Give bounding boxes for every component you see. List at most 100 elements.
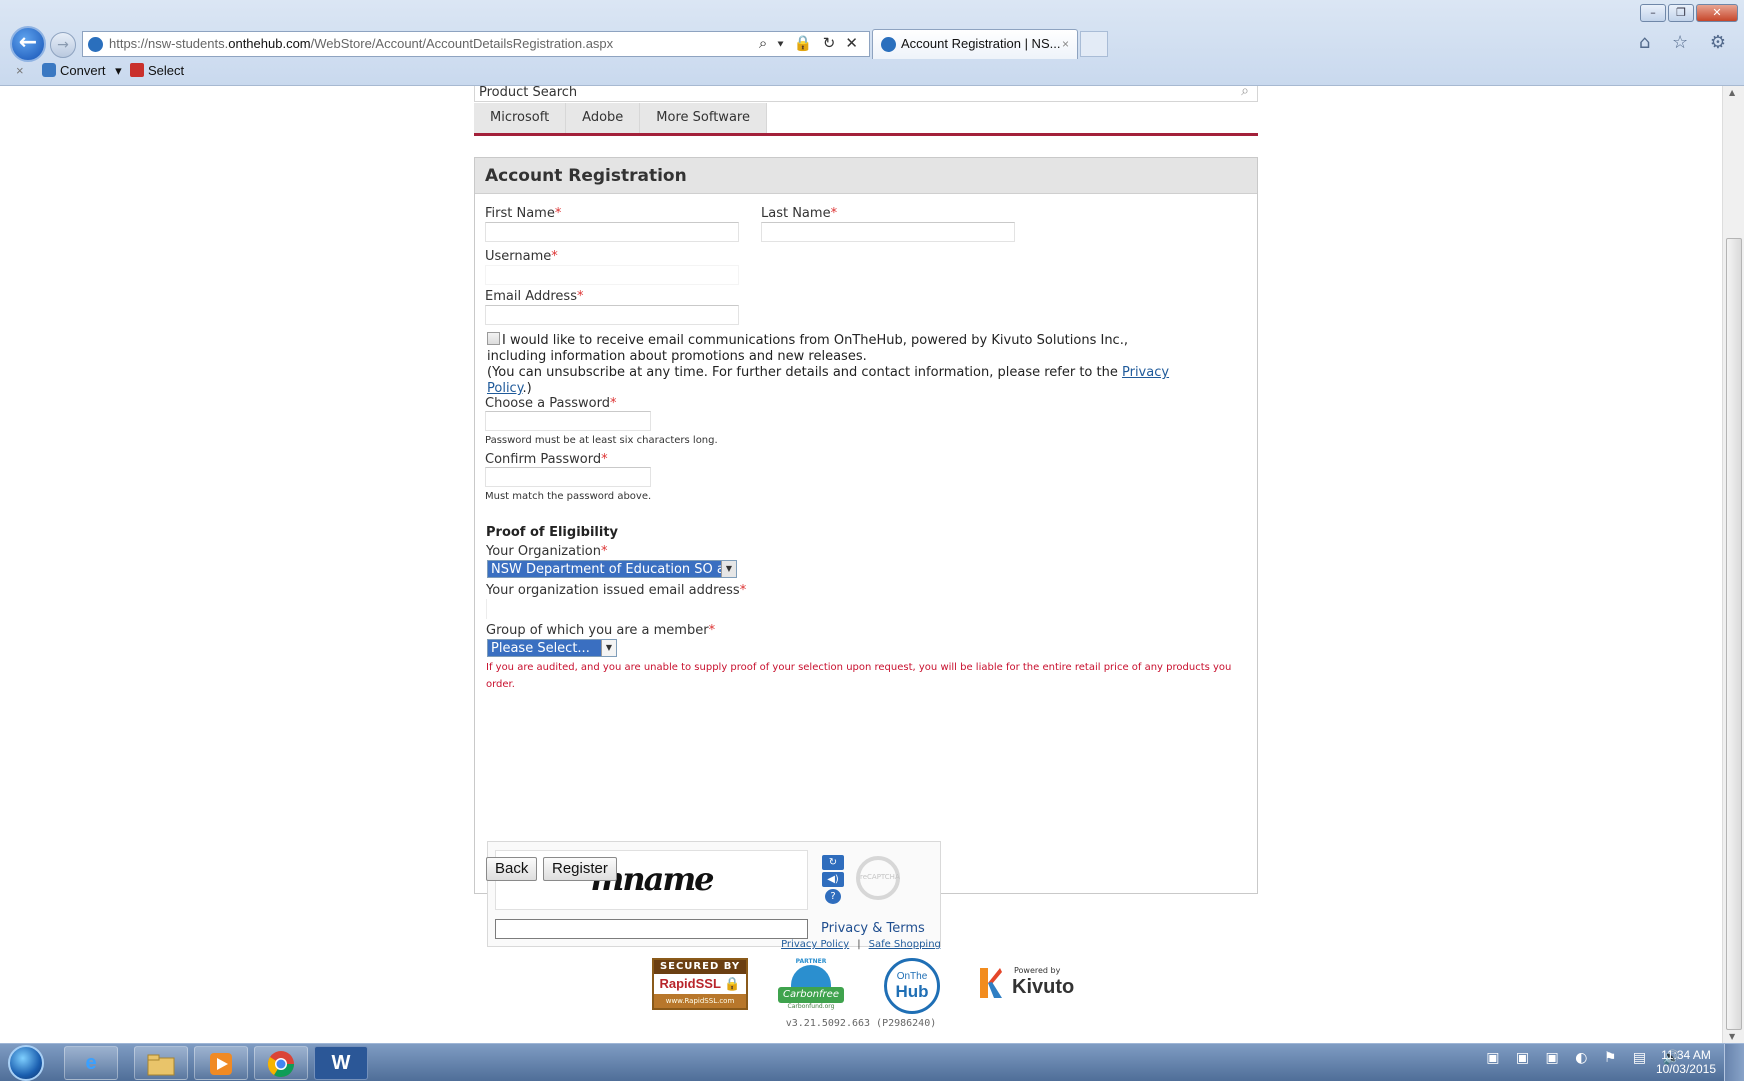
chevron-down-icon[interactable]: ▼ xyxy=(721,561,736,577)
eligibility-heading: Proof of Eligibility xyxy=(486,525,619,540)
new-tab-button[interactable] xyxy=(1080,31,1108,57)
email-input[interactable] xyxy=(485,305,739,325)
scrollbar-thumb[interactable] xyxy=(1726,238,1742,1030)
email-consent-checkbox[interactable] xyxy=(487,332,500,345)
captcha-response-input[interactable] xyxy=(495,919,808,939)
tab-title: Account Registration | NS... xyxy=(901,36,1061,51)
page-viewport: Product Search ⌕ Microsoft Adobe More So… xyxy=(0,86,1722,1043)
address-bar[interactable]: https://nsw-students.onthehub.com/WebSto… xyxy=(82,31,870,57)
email-label: Email Address* xyxy=(485,289,584,304)
windows-taskbar: e W ▣ ▣ ▣ ◐ ⚑ ▤ 🔊 11:34 AM 10/03/2015 xyxy=(0,1043,1744,1081)
clock-time: 11:34 AM xyxy=(1661,1048,1711,1062)
forward-arrow-icon[interactable]: → xyxy=(50,32,76,58)
show-desktop-button[interactable] xyxy=(1724,1044,1744,1081)
search-icon[interactable]: ⌕ xyxy=(1241,86,1249,98)
command-bar-close-icon[interactable]: × xyxy=(16,60,24,82)
org-email-input[interactable] xyxy=(486,599,490,619)
privacy-policy-link-cont[interactable]: Policy xyxy=(487,381,523,396)
carbonfree-partner-text: PARTNER xyxy=(795,958,827,965)
carbonfree-sub-text: Carbonfund.org xyxy=(787,1003,835,1010)
window-controls: – ❐ ✕ xyxy=(1640,4,1738,22)
organization-select[interactable]: NSW Department of Education SO a ▼ xyxy=(487,560,737,578)
first-name-input[interactable] xyxy=(485,222,739,242)
footer-safe-shopping-link[interactable]: Safe Shopping xyxy=(869,939,941,950)
file-explorer-icon[interactable] xyxy=(134,1046,188,1080)
group-select-value: Please Select... xyxy=(491,641,590,656)
kivuto-badge[interactable]: Powered by Kivuto xyxy=(980,966,1080,1002)
privacy-policy-link[interactable]: Privacy xyxy=(1122,365,1169,380)
audit-warning: If you are audited, and you are unable t… xyxy=(486,662,1232,690)
menu-item-more-software[interactable]: More Software xyxy=(640,103,767,133)
required-marker: * xyxy=(601,544,608,559)
required-marker: * xyxy=(554,206,562,221)
register-button[interactable]: Register xyxy=(543,857,617,881)
lock-icon: 🔒 xyxy=(724,976,741,991)
scroll-down-arrow-icon[interactable]: ▼ xyxy=(1729,1032,1735,1041)
footer-privacy-policy-link[interactable]: Privacy Policy xyxy=(781,939,849,950)
captcha-refresh-icon[interactable]: ↻ xyxy=(822,855,844,870)
organization-select-value: NSW Department of Education SO a xyxy=(491,562,725,577)
convert-dropdown-arrow-icon[interactable]: ▾ xyxy=(115,63,122,78)
recaptcha-logo-icon: reCAPTCHA xyxy=(856,856,900,900)
command-bar: × Convert ▾ Select xyxy=(0,60,1744,84)
close-window-button[interactable]: ✕ xyxy=(1696,4,1738,22)
confirm-password-hint: Must match the password above. xyxy=(485,491,652,502)
url-host: onthehub.com xyxy=(228,36,311,51)
chevron-down-icon[interactable]: ▼ xyxy=(601,640,616,656)
tab-favicon-icon xyxy=(881,37,896,52)
media-player-icon[interactable] xyxy=(194,1046,248,1080)
menu-item-microsoft[interactable]: Microsoft xyxy=(474,103,567,133)
captcha-privacy-terms-link[interactable]: Privacy & Terms xyxy=(821,921,925,936)
start-button-icon[interactable] xyxy=(8,1045,44,1081)
onthehub-badge[interactable]: OnThe Hub xyxy=(884,958,940,1014)
address-tools-icons[interactable]: ⌕ ▾ 🔒 ↻ ✕ xyxy=(759,32,861,56)
minimize-button[interactable]: – xyxy=(1640,4,1666,22)
org-email-label: Your organization issued email address* xyxy=(486,583,747,598)
convert-button[interactable]: Convert ▾ xyxy=(42,60,122,82)
last-name-input[interactable] xyxy=(761,222,1015,242)
kivuto-powered-text: Powered by xyxy=(1014,966,1061,975)
menu-item-adobe[interactable]: Adobe xyxy=(566,103,641,133)
convert-icon xyxy=(42,63,56,77)
first-name-label: First Name* xyxy=(485,206,562,221)
required-marker: * xyxy=(708,623,716,638)
scroll-up-arrow-icon[interactable]: ▲ xyxy=(1729,88,1735,97)
internet-explorer-icon[interactable]: e xyxy=(64,1046,118,1080)
required-marker: * xyxy=(576,289,584,304)
clock[interactable]: 11:34 AM 10/03/2015 xyxy=(1656,1048,1716,1076)
select-button[interactable]: Select xyxy=(130,60,184,82)
rapidssl-badge[interactable]: SECURED BY RapidSSL 🔒 www.RapidSSL.com xyxy=(652,958,748,1010)
site-favicon-icon xyxy=(88,37,103,52)
category-menu: Microsoft Adobe More Software xyxy=(474,103,767,133)
carbonfree-logo-icon xyxy=(791,965,831,987)
email-consent-text: I would like to receive email communicat… xyxy=(487,332,1170,396)
group-select[interactable]: Please Select... ▼ xyxy=(487,639,617,657)
captcha-help-icon[interactable]: ? xyxy=(825,889,841,904)
last-name-label: Last Name* xyxy=(761,206,838,221)
username-input[interactable] xyxy=(485,265,739,285)
chrome-icon[interactable] xyxy=(254,1046,308,1080)
tab-account-registration[interactable]: Account Registration | NS... × xyxy=(872,29,1078,59)
captcha-audio-icon[interactable]: ◀) xyxy=(822,872,844,887)
restore-button[interactable]: ❐ xyxy=(1668,4,1694,22)
confirm-password-input[interactable] xyxy=(485,467,651,487)
registration-panel: Account Registration First Name* Last Na… xyxy=(474,157,1258,947)
back-button[interactable]: Back xyxy=(486,857,538,881)
back-arrow-icon[interactable]: ← xyxy=(10,26,46,62)
url-path: /WebStore/Account/AccountDetailsRegistra… xyxy=(310,36,614,51)
home-favorites-tools-icons[interactable]: ⌂ ☆ ⚙ xyxy=(1639,32,1734,53)
trust-badges: SECURED BY RapidSSL 🔒 www.RapidSSL.com P… xyxy=(0,958,1722,1014)
onthehub-hub-text: Hub xyxy=(895,982,929,1001)
tab-close-icon[interactable]: × xyxy=(1062,30,1069,58)
url-prefix: https://nsw-students. xyxy=(109,36,229,51)
footer-links: Privacy Policy | Safe Shopping xyxy=(0,939,1722,950)
carbonfree-text: Carbonfree xyxy=(778,987,844,1003)
kivuto-k-icon xyxy=(980,968,1002,998)
carbonfree-badge[interactable]: PARTNER Carbonfree Carbonfund.org xyxy=(778,958,844,1010)
required-marker: * xyxy=(739,583,747,598)
product-search-input[interactable]: Product Search ⌕ xyxy=(474,86,1258,102)
word-icon[interactable]: W xyxy=(314,1046,368,1080)
organization-label: Your Organization* xyxy=(486,544,608,559)
password-input[interactable] xyxy=(485,411,651,431)
vertical-scrollbar[interactable]: ▲ ▼ xyxy=(1722,86,1744,1043)
